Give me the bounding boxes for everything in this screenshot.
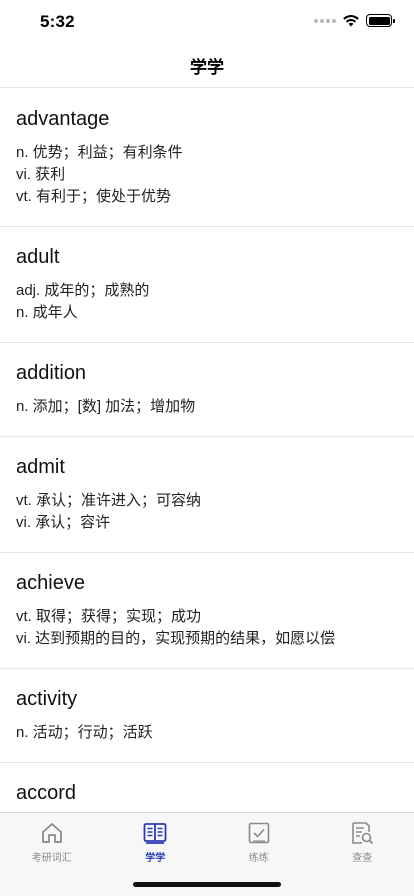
word-list-item[interactable]: adult adj. 成年的；成熟的 n. 成年人: [0, 227, 414, 343]
word-list-item[interactable]: addition n. 添加；[数] 加法；增加物: [0, 343, 414, 437]
word-definition: vi. 获利: [16, 166, 66, 183]
word-definition: n. 优势；利益；有利条件: [16, 144, 183, 161]
word-list[interactable]: advantage n. 优势；利益；有利条件 vi. 获利 vt. 有利于；使处于优…: [0, 89, 414, 812]
word-definition: vi. 达到预期的目的，实现预期的结果，如愿以偿: [16, 630, 336, 647]
word-definition: vi. 承认；容许: [16, 514, 111, 531]
tab-label: 考研词汇: [31, 853, 72, 864]
word-title: activity: [16, 688, 78, 710]
tab-checkbox[interactable]: 练练: [207, 813, 311, 864]
word-title: accord: [16, 782, 77, 804]
word-definition: vt. 承认；准许进入；可容纳: [16, 492, 202, 509]
tab-label: 查查: [352, 853, 373, 864]
word-list-item[interactable]: achieve vt. 取得；获得；实现；成功 vi. 达到预期的目的，实现预期的结…: [0, 553, 414, 669]
word-definition: n. 添加；[数] 加法；增加物: [16, 398, 196, 415]
word-list-item[interactable]: activity n. 活动；行动；活跃: [0, 669, 414, 763]
word-title: adult: [16, 246, 60, 268]
word-list-item[interactable]: advantage n. 优势；利益；有利条件 vi. 获利 vt. 有利于；使处于优…: [0, 89, 414, 227]
tabs: 考研词汇 学学 练练 查查: [0, 813, 414, 864]
word-definition: n. 成年人: [16, 304, 78, 321]
word-list-item[interactable]: accord: [0, 763, 414, 812]
home-icon: [39, 820, 65, 846]
word-definition: vt. 取得；获得；实现；成功: [16, 608, 202, 625]
home-indicator[interactable]: [133, 882, 281, 887]
tab-bar: 考研词汇 学学 练练 查查: [0, 812, 414, 896]
tab-search-document[interactable]: 查查: [311, 813, 414, 864]
word-title: advantage: [16, 108, 110, 130]
word-list-item[interactable]: admit vt. 承认；准许进入；可容纳 vi. 承认；容许: [0, 437, 414, 553]
word-definition: vt. 有利于；使处于优势: [16, 188, 172, 205]
tab-book[interactable]: 学学: [104, 813, 208, 864]
book-icon: [142, 820, 168, 846]
signal-icon: [314, 18, 336, 23]
tab-label: 学学: [145, 853, 166, 864]
wifi-icon: [343, 15, 359, 27]
navigation-bar: 学学: [0, 44, 414, 88]
tab-label: 练练: [248, 853, 269, 864]
status-bar: 5:32: [0, 0, 414, 44]
search-document-icon: [349, 820, 375, 846]
word-definition: n. 活动；行动；活跃: [16, 724, 153, 741]
page-title: 学学: [190, 58, 224, 77]
word-title: admit: [16, 456, 65, 478]
status-time: 5:32: [40, 12, 75, 31]
word-title: addition: [16, 362, 87, 384]
tab-home[interactable]: 考研词汇: [0, 813, 104, 864]
battery-icon: [366, 14, 395, 27]
checkbox-icon: [246, 820, 272, 846]
word-title: achieve: [16, 572, 85, 594]
word-definition: adj. 成年的；成熟的: [16, 282, 150, 299]
status-icons: [314, 14, 395, 27]
